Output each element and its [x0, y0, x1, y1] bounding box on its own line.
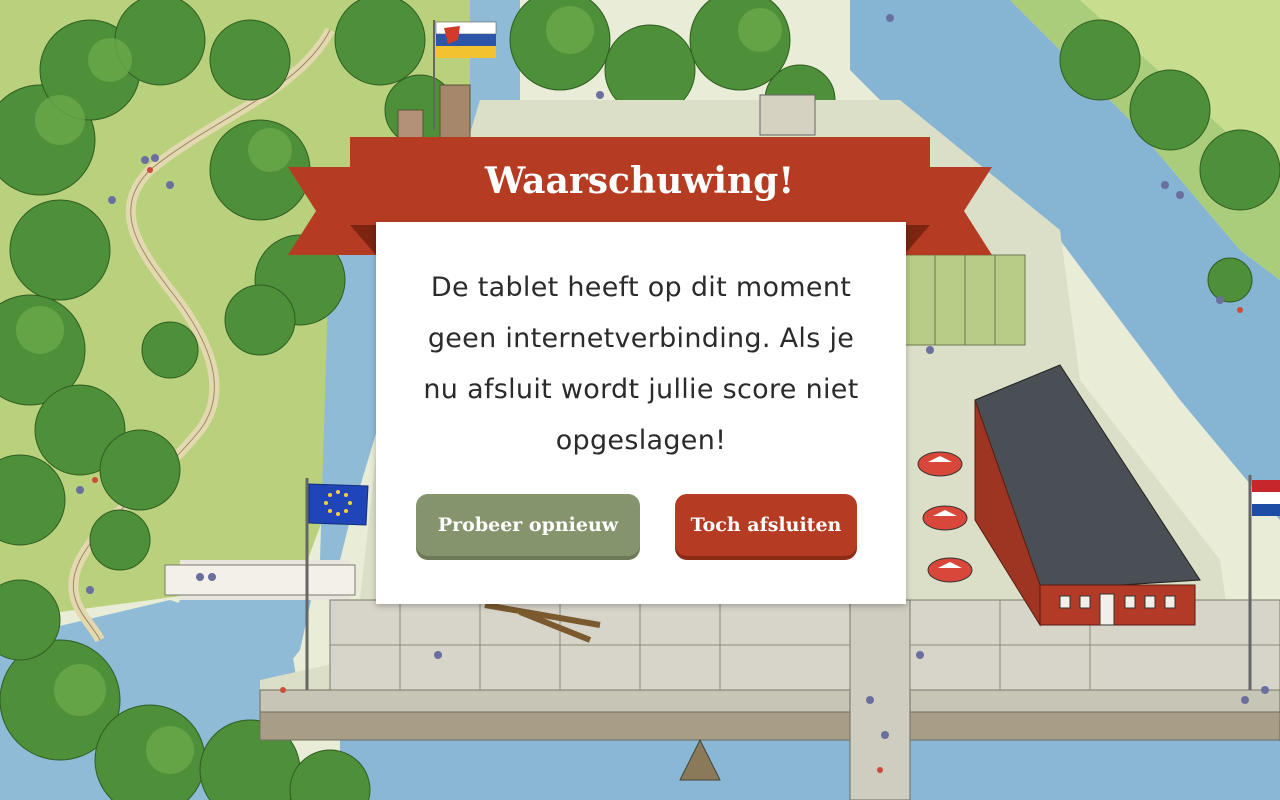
dialog-title: Waarschuwing!: [484, 160, 795, 202]
retry-button[interactable]: Probeer opnieuw: [416, 494, 640, 556]
dialog-message: De tablet heeft op dit moment geen inter…: [423, 272, 859, 456]
close-anyway-button[interactable]: Toch afsluiten: [675, 494, 857, 556]
warning-dialog: De tablet heeft op dit moment geen inter…: [376, 222, 906, 604]
